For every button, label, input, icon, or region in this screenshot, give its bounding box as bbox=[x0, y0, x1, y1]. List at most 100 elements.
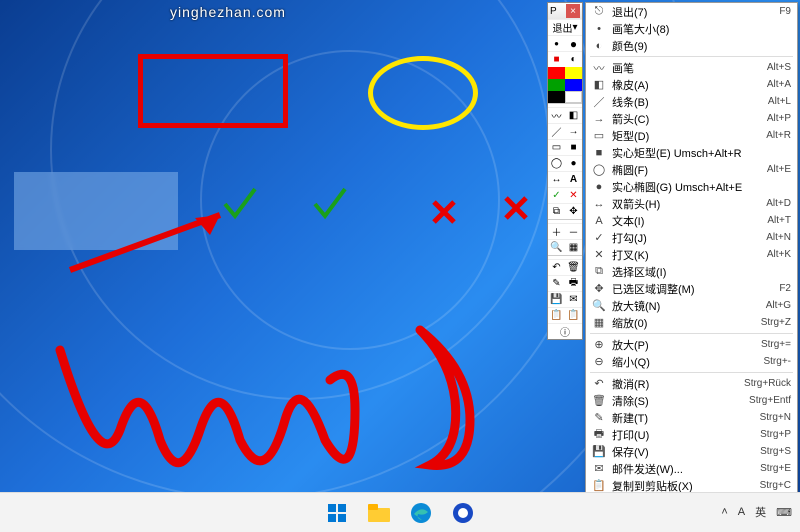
menu-item[interactable]: 🔍放大镜(N)Alt+G bbox=[586, 297, 797, 314]
swatch-red[interactable] bbox=[548, 67, 565, 79]
menu-item[interactable]: →箭头(C)Alt+P bbox=[586, 110, 797, 127]
menu-item[interactable]: ▭矩型(D)Alt+R bbox=[586, 127, 797, 144]
ime-lang[interactable]: 英 bbox=[755, 504, 766, 520]
menu-item[interactable]: ✎新建(T)Strg+N bbox=[586, 409, 797, 426]
menu-item-shortcut: Alt+A bbox=[767, 79, 791, 90]
menu-item[interactable]: ↶撤消(R)Strg+Rück bbox=[586, 375, 797, 392]
menu-item-icon: ✎ bbox=[591, 411, 607, 424]
menu-item-label: 实心椭圆(G) Umsch+Alt+E bbox=[612, 179, 791, 195]
menu-item[interactable]: ✓打勾(J)Alt+N bbox=[586, 229, 797, 246]
menu-item-shortcut: Alt+R bbox=[766, 130, 791, 141]
tool-select[interactable]: ⧉✥ bbox=[548, 203, 582, 219]
menu-item-icon: ✓ bbox=[591, 231, 607, 244]
menu-item[interactable]: ✕ 打叉(K)Alt+K bbox=[586, 246, 797, 263]
tool-ellipse[interactable]: ◯● bbox=[548, 155, 582, 171]
menu-item-label: 颜色(9) bbox=[612, 38, 791, 54]
menu-item[interactable]: •画笔大小(8) bbox=[586, 20, 797, 37]
menu-item[interactable]: ✥已选区域调整(M)F2 bbox=[586, 280, 797, 297]
tool-magnify[interactable]: 🔍▦ bbox=[548, 239, 582, 255]
menu-item-label: 线条(B) bbox=[612, 94, 768, 110]
tool-rect[interactable]: ▭■ bbox=[548, 139, 582, 155]
taskbar: ˄ A 英 ⌨ bbox=[0, 492, 800, 532]
menu-item-icon: ✉ bbox=[591, 462, 607, 475]
menu-item[interactable]: ⊕放大(P)Strg+= bbox=[586, 336, 797, 353]
menu-item[interactable]: ↔双箭头(H)Alt+D bbox=[586, 195, 797, 212]
tool-check[interactable]: ✓✕ bbox=[548, 187, 582, 203]
swatch-green[interactable] bbox=[548, 79, 565, 91]
menu-item[interactable]: 📋复制到剪贴板(X)Strg+C bbox=[586, 477, 797, 492]
tool-save-mail[interactable]: 💾✉ bbox=[548, 291, 582, 307]
menu-item[interactable]: ／线条(B)Alt+L bbox=[586, 93, 797, 110]
tool-new-print[interactable]: ✎🖶 bbox=[548, 275, 582, 291]
edge-icon[interactable] bbox=[409, 501, 433, 525]
tool-panel[interactable]: P × 退出▾ ● ● ■ ◐ 〰◧ ／→ ▭■ ◯● ↔A ✓✕ ⧉✥ bbox=[547, 2, 583, 340]
menu-item-label: 文本(I) bbox=[612, 213, 767, 229]
ime-kbd-icon[interactable]: ⌨ bbox=[776, 506, 792, 519]
menu-item-icon: ✕ bbox=[591, 248, 607, 261]
menu-item[interactable]: ■实心矩型(E) Umsch+Alt+R bbox=[586, 144, 797, 161]
menu-item[interactable]: ▦缩放(0)Strg+Z bbox=[586, 314, 797, 331]
menu-item-shortcut: Strg+C bbox=[760, 480, 791, 491]
menu-item-icon: ◧ bbox=[591, 78, 607, 91]
app-icon[interactable] bbox=[451, 501, 475, 525]
swatch-blue[interactable] bbox=[565, 79, 582, 91]
menu-item-label: 箭头(C) bbox=[612, 111, 767, 127]
menu-item-shortcut: Alt+L bbox=[768, 96, 791, 107]
color-picker-row[interactable]: ■ ◐ bbox=[548, 51, 582, 67]
tool-panel-titlebar[interactable]: P × bbox=[548, 3, 582, 19]
tool-clip[interactable]: 📋📋 bbox=[548, 307, 582, 323]
exit-button[interactable]: 退出▾ bbox=[548, 19, 582, 35]
menu-item[interactable]: ⊖缩小(Q)Strg+- bbox=[586, 353, 797, 370]
menu-item-shortcut: F2 bbox=[779, 283, 791, 294]
tray-chevron-icon[interactable]: ˄ bbox=[721, 506, 727, 518]
stroke-size-row[interactable]: ● ● bbox=[548, 35, 582, 51]
menu-item-shortcut: Alt+K bbox=[767, 249, 791, 260]
menu-item[interactable]: 🗑清除(S)Strg+Entf bbox=[586, 392, 797, 409]
menu-item-icon: A bbox=[591, 215, 607, 227]
menu-item[interactable]: 〰画笔Alt+S bbox=[586, 59, 797, 76]
close-icon[interactable]: × bbox=[566, 4, 580, 18]
menu-item-label: 放大镜(N) bbox=[612, 298, 766, 314]
explorer-icon[interactable] bbox=[367, 501, 391, 525]
menu-item-shortcut: Strg+P bbox=[760, 429, 791, 440]
tool-darrow[interactable]: ↔A bbox=[548, 171, 582, 187]
system-tray: ˄ A 英 ⌨ bbox=[721, 492, 792, 532]
menu-item-icon: 🖶 bbox=[591, 425, 607, 444]
menu-item[interactable]: A文本(I)Alt+T bbox=[586, 212, 797, 229]
menu-item-label: 双箭头(H) bbox=[612, 196, 766, 212]
tool-undo[interactable]: ↶🗑 bbox=[548, 259, 582, 275]
menu-item-icon: 〰 bbox=[591, 60, 607, 76]
dot-large-icon: ● bbox=[565, 37, 582, 51]
tool-line[interactable]: ／→ bbox=[548, 123, 582, 139]
menu-item-icon: ⊕ bbox=[591, 338, 607, 351]
menu-item-shortcut: Alt+S bbox=[767, 62, 791, 73]
menu-item-shortcut: Strg+Rück bbox=[744, 378, 791, 389]
menu-item[interactable]: 💾保存(V)Strg+S bbox=[586, 443, 797, 460]
menu-item-shortcut: F9 bbox=[779, 6, 791, 17]
menu-item[interactable]: 🖶打印(U)Strg+P bbox=[586, 426, 797, 443]
menu-item[interactable]: ⎋退出(7)F9 bbox=[586, 3, 797, 20]
menu-item-icon: 📋 bbox=[591, 479, 607, 492]
menu-item-label: 退出(7) bbox=[612, 4, 779, 20]
swatch-yellow[interactable] bbox=[565, 67, 582, 79]
ime-letter[interactable]: A bbox=[738, 506, 745, 518]
menu-item-label: 矩型(D) bbox=[612, 128, 766, 144]
menu-item[interactable]: ●实心椭圆(G) Umsch+Alt+E bbox=[586, 178, 797, 195]
menu-item-label: 打叉(K) bbox=[612, 247, 767, 263]
start-button[interactable] bbox=[325, 501, 349, 525]
swatch-white[interactable] bbox=[565, 91, 582, 103]
menu-item-icon: 💾 bbox=[591, 445, 607, 458]
menu-item-icon: ⊖ bbox=[591, 355, 607, 368]
menu-item-label: 选择区域(I) bbox=[612, 264, 791, 280]
color-ring-icon: ◐ bbox=[565, 54, 582, 65]
swatch-black[interactable] bbox=[548, 91, 565, 103]
tool-about[interactable]: ⓘ bbox=[548, 323, 582, 339]
dot-small-icon: ● bbox=[548, 39, 565, 48]
tool-zoom-step[interactable]: ＋－ bbox=[548, 223, 582, 239]
menu-item[interactable]: ⧉选择区域(I) bbox=[586, 263, 797, 280]
menu-item[interactable]: ◧橡皮(A)Alt+A bbox=[586, 76, 797, 93]
menu-item[interactable]: ✉邮件发送(W)...Strg+E bbox=[586, 460, 797, 477]
tool-pen[interactable]: 〰◧ bbox=[548, 107, 582, 123]
menu-item[interactable]: ◐颜色(9) bbox=[586, 37, 797, 54]
menu-item[interactable]: ◯椭圆(F)Alt+E bbox=[586, 161, 797, 178]
